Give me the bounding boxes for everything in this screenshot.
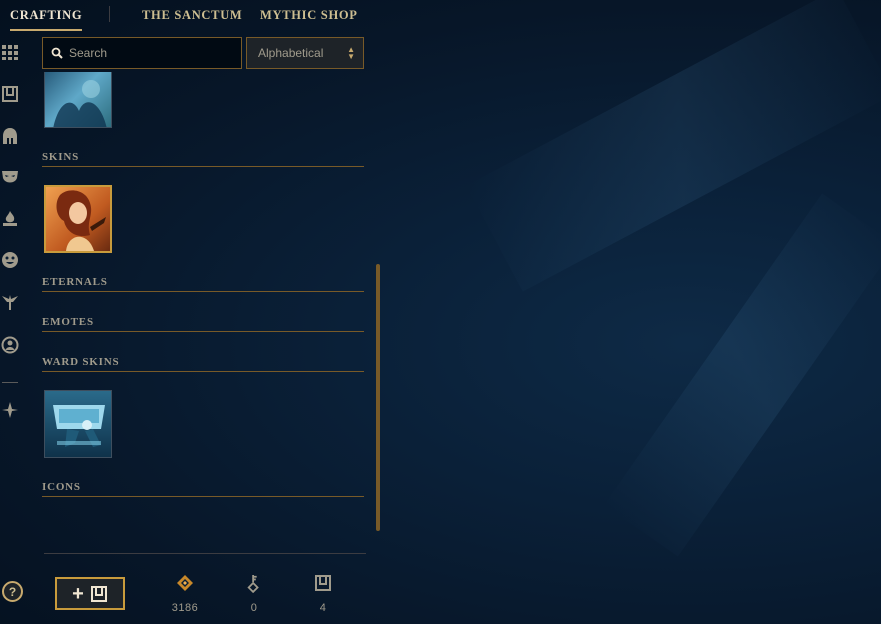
- section-header-icons: ICONS: [42, 481, 364, 497]
- search-icon: [51, 47, 63, 59]
- chest-value: 4: [319, 602, 327, 614]
- chest-icon: [90, 585, 107, 602]
- key-value: 0: [250, 602, 258, 614]
- add-chest-button[interactable]: +: [55, 577, 125, 610]
- section-header-skins: SKINS: [42, 151, 364, 167]
- loot-list[interactable]: SKINS ETERNALS EMOTES WARD SKINS ICONS: [42, 72, 366, 546]
- search-box[interactable]: [42, 37, 242, 69]
- footer-divider: [44, 553, 366, 554]
- eternals-icon[interactable]: [0, 400, 20, 420]
- grid-icon[interactable]: [0, 42, 20, 62]
- ward-icon[interactable]: [0, 292, 20, 312]
- currency-blue-essence: 3186: [165, 572, 205, 614]
- blue-essence-value: 3186: [171, 602, 199, 614]
- loot-tile-skin[interactable]: [44, 185, 112, 253]
- category-rail: [0, 30, 22, 624]
- profile-icon-icon[interactable]: [0, 335, 20, 355]
- champion-helmet-icon[interactable]: [0, 126, 20, 146]
- sort-selected-label: Alphabetical: [258, 46, 324, 60]
- section-header-eternals: ETERNALS: [42, 276, 364, 292]
- emote-face-icon[interactable]: [0, 250, 20, 270]
- list-scrollbar[interactable]: [376, 264, 380, 531]
- sort-chevron-icon: ▲ ▼: [347, 45, 355, 61]
- tab-crafting[interactable]: CRAFTING: [10, 8, 83, 31]
- currency-keys: 0: [234, 572, 274, 614]
- rail-divider: [2, 382, 18, 383]
- top-nav: CRAFTING THE SANCTUM MYTHIC SHOP: [0, 0, 881, 31]
- sort-dropdown[interactable]: Alphabetical ▲ ▼: [246, 37, 364, 69]
- loot-tile-champion[interactable]: [44, 72, 112, 128]
- search-input[interactable]: [69, 46, 229, 60]
- blue-essence-icon: [165, 572, 205, 594]
- plus-icon: +: [72, 582, 84, 605]
- section-header-emotes: EMOTES: [42, 316, 364, 332]
- chest-icon: [303, 572, 343, 594]
- loot-tile-ward-skin[interactable]: [44, 390, 112, 458]
- skin-mask-icon[interactable]: [0, 167, 20, 187]
- section-header-ward-skins: WARD SKINS: [42, 356, 364, 372]
- emote-flame-icon[interactable]: [0, 208, 20, 228]
- tab-mythic-shop[interactable]: MYTHIC SHOP: [260, 8, 358, 23]
- tab-the-sanctum[interactable]: THE SANCTUM: [142, 8, 242, 23]
- chest-icon[interactable]: [0, 84, 20, 104]
- help-button[interactable]: ?: [2, 581, 23, 602]
- nav-divider: [109, 6, 110, 22]
- currency-chests: 4: [303, 572, 343, 614]
- key-icon: [234, 572, 274, 594]
